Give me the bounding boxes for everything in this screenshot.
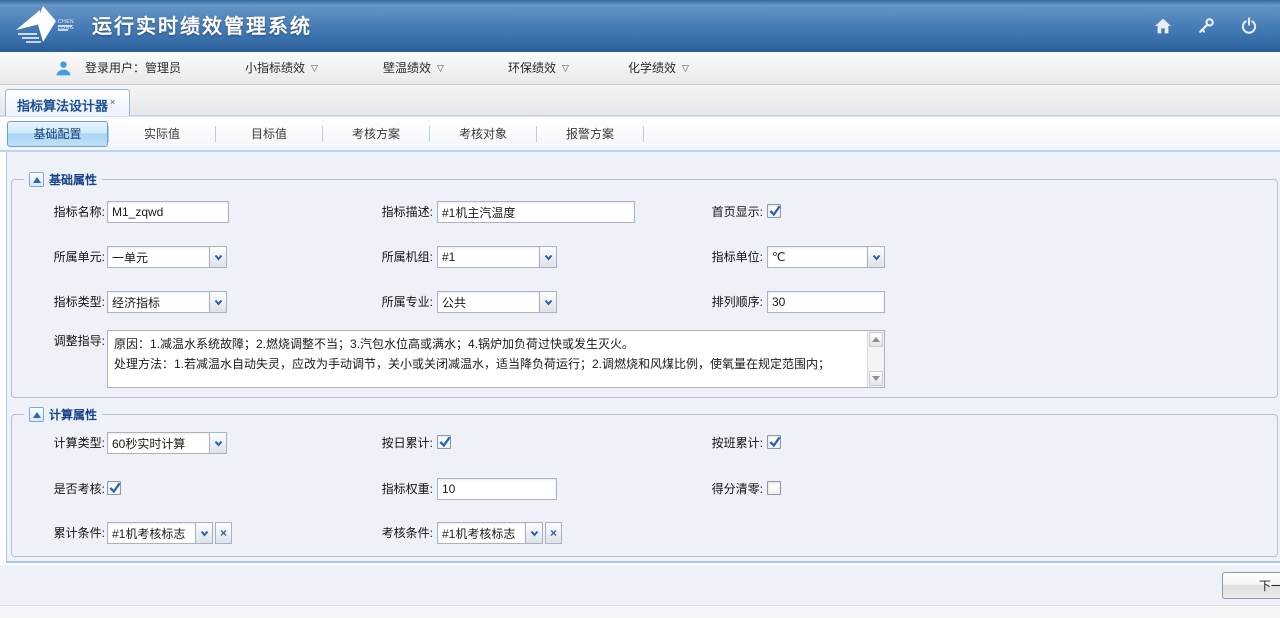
menu-wall-temp-performance[interactable]: 壁温绩效 ▽ <box>383 52 444 85</box>
assess-condition-combo[interactable]: × <box>437 522 562 544</box>
owner-unit-combo[interactable] <box>107 246 227 268</box>
shift-accum-label: 按班累计: <box>685 432 763 454</box>
collapse-icon[interactable] <box>29 172 44 187</box>
adjust-guide-field: 原因：1.减温水系统故障；2.燃烧调整不当；3.汽包水位高或满水；4.锅炉加负荷… <box>107 330 885 388</box>
menu-environment-performance[interactable]: 环保绩效 ▽ <box>508 52 569 85</box>
adjust-guide-textarea[interactable]: 原因：1.减温水系统故障；2.燃烧调整不当；3.汽包水位高或满水；4.锅炉加负荷… <box>108 331 867 387</box>
tab-indicator-algorithm-designer[interactable]: 指标算法设计器× <box>5 89 130 116</box>
score-reset-checkbox[interactable] <box>767 481 781 495</box>
clear-icon[interactable]: × <box>215 522 232 544</box>
assess-condition-input[interactable] <box>437 522 526 544</box>
app-window: CHEN LONG 运行实时绩效管理系统 <box>0 0 1280 618</box>
owner-machine-combo[interactable] <box>437 246 557 268</box>
chevron-down-icon[interactable] <box>210 291 227 313</box>
chevron-down-icon[interactable] <box>868 246 885 268</box>
indicator-name-input[interactable] <box>107 201 229 223</box>
indicator-type-combo[interactable] <box>107 291 227 313</box>
bottom-strip <box>0 605 1280 618</box>
accum-condition-label: 累计条件: <box>27 522 105 544</box>
calc-type-input[interactable] <box>107 432 210 454</box>
tab-separator <box>643 126 644 142</box>
chevron-down-icon[interactable] <box>540 246 557 268</box>
chevron-down-icon[interactable] <box>540 291 557 313</box>
indicator-unit-input[interactable] <box>767 246 868 268</box>
owner-major-combo[interactable] <box>437 291 557 313</box>
scroll-down-icon[interactable] <box>869 371 883 386</box>
indicator-unit-combo[interactable] <box>767 246 885 268</box>
logo-text: CHEN LONG <box>58 19 92 31</box>
owner-major-label: 所属专业: <box>355 291 433 313</box>
accum-condition-input[interactable] <box>107 522 196 544</box>
chevron-down-icon: ▽ <box>311 52 318 85</box>
page-title: 运行实时绩效管理系统 <box>92 0 312 52</box>
homepage-display-checkbox[interactable] <box>767 204 781 218</box>
key-icon[interactable] <box>1197 17 1215 35</box>
assess-condition-label: 考核条件: <box>355 522 433 544</box>
power-icon[interactable] <box>1240 17 1258 35</box>
footer-toolbar: 下一步 <box>0 565 1280 605</box>
company-logo-icon: CHEN LONG <box>10 4 92 48</box>
scrollbar[interactable] <box>867 331 884 387</box>
daily-accum-checkbox[interactable] <box>437 435 451 449</box>
menu-small-indicator-performance[interactable]: 小指标绩效 ▽ <box>245 52 318 85</box>
calc-type-combo[interactable] <box>107 432 227 454</box>
close-icon[interactable]: × <box>110 97 115 107</box>
owner-machine-label: 所属机组: <box>355 246 433 268</box>
form-panel: 基础属性 计算属性 指标名称: 指标描述: 首页显示: 所属单元: <box>6 152 1280 563</box>
chevron-down-icon[interactable] <box>526 522 543 544</box>
indicator-type-input[interactable] <box>107 291 210 313</box>
document-tabstrip: 指标算法设计器× <box>0 85 1280 116</box>
scroll-up-icon[interactable] <box>869 332 883 347</box>
subtab-assessment-object[interactable]: 考核对象 <box>430 125 536 142</box>
user-icon <box>55 60 72 77</box>
indicator-name-label: 指标名称: <box>27 201 105 223</box>
is-assessed-checkbox[interactable] <box>107 481 121 495</box>
accum-condition-combo[interactable]: × <box>107 522 232 544</box>
indicator-weight-label: 指标权重: <box>355 478 433 500</box>
indicator-type-label: 指标类型: <box>27 291 105 313</box>
next-step-button[interactable]: 下一步 <box>1222 572 1280 599</box>
app-header: CHEN LONG 运行实时绩效管理系统 <box>0 0 1280 52</box>
section-title: 基础属性 <box>49 171 97 188</box>
section-title: 计算属性 <box>49 406 97 423</box>
subtab-assessment-plan[interactable]: 考核方案 <box>323 125 429 142</box>
score-reset-label: 得分清零: <box>685 478 763 500</box>
is-assessed-label: 是否考核: <box>27 478 105 500</box>
owner-unit-label: 所属单元: <box>27 246 105 268</box>
chevron-down-icon[interactable] <box>210 246 227 268</box>
header-toolbar <box>1154 0 1258 52</box>
indicator-desc-input[interactable] <box>437 201 635 223</box>
chevron-down-icon: ▽ <box>562 52 569 85</box>
chevron-down-icon: ▽ <box>682 52 689 85</box>
subtab-actual-value[interactable]: 实际值 <box>109 125 215 142</box>
calc-type-label: 计算类型: <box>27 432 105 454</box>
daily-accum-label: 按日累计: <box>355 432 433 454</box>
chevron-down-icon: ▽ <box>437 52 444 85</box>
sort-order-input[interactable] <box>767 291 885 313</box>
logged-in-user: 登录用户：管理员 <box>85 52 181 85</box>
owner-major-input[interactable] <box>437 291 540 313</box>
subtab-alarm-plan[interactable]: 报警方案 <box>537 125 643 142</box>
owner-machine-input[interactable] <box>437 246 540 268</box>
chevron-down-icon[interactable] <box>210 432 227 454</box>
adjust-guide-label: 调整指导: <box>27 330 105 352</box>
chevron-down-icon[interactable] <box>196 522 213 544</box>
indicator-desc-label: 指标描述: <box>355 201 433 223</box>
subtab-basic-config[interactable]: 基础配置 <box>7 121 108 147</box>
indicator-unit-label: 指标单位: <box>685 246 763 268</box>
collapse-icon[interactable] <box>29 407 44 422</box>
home-icon[interactable] <box>1154 17 1172 35</box>
homepage-display-label: 首页显示: <box>685 201 763 223</box>
indicator-weight-input[interactable] <box>437 478 557 500</box>
main-navbar: 登录用户：管理员 小指标绩效 ▽ 壁温绩效 ▽ 环保绩效 ▽ 化学绩效 ▽ <box>0 52 1280 85</box>
shift-accum-checkbox[interactable] <box>767 435 781 449</box>
sort-order-label: 排列顺序: <box>685 291 763 313</box>
menu-chemical-performance[interactable]: 化学绩效 ▽ <box>628 52 689 85</box>
subtab-target-value[interactable]: 目标值 <box>216 125 322 142</box>
config-subtabs: 基础配置 实际值 目标值 考核方案 考核对象 报警方案 <box>0 116 1280 152</box>
clear-icon[interactable]: × <box>545 522 562 544</box>
owner-unit-input[interactable] <box>107 246 210 268</box>
